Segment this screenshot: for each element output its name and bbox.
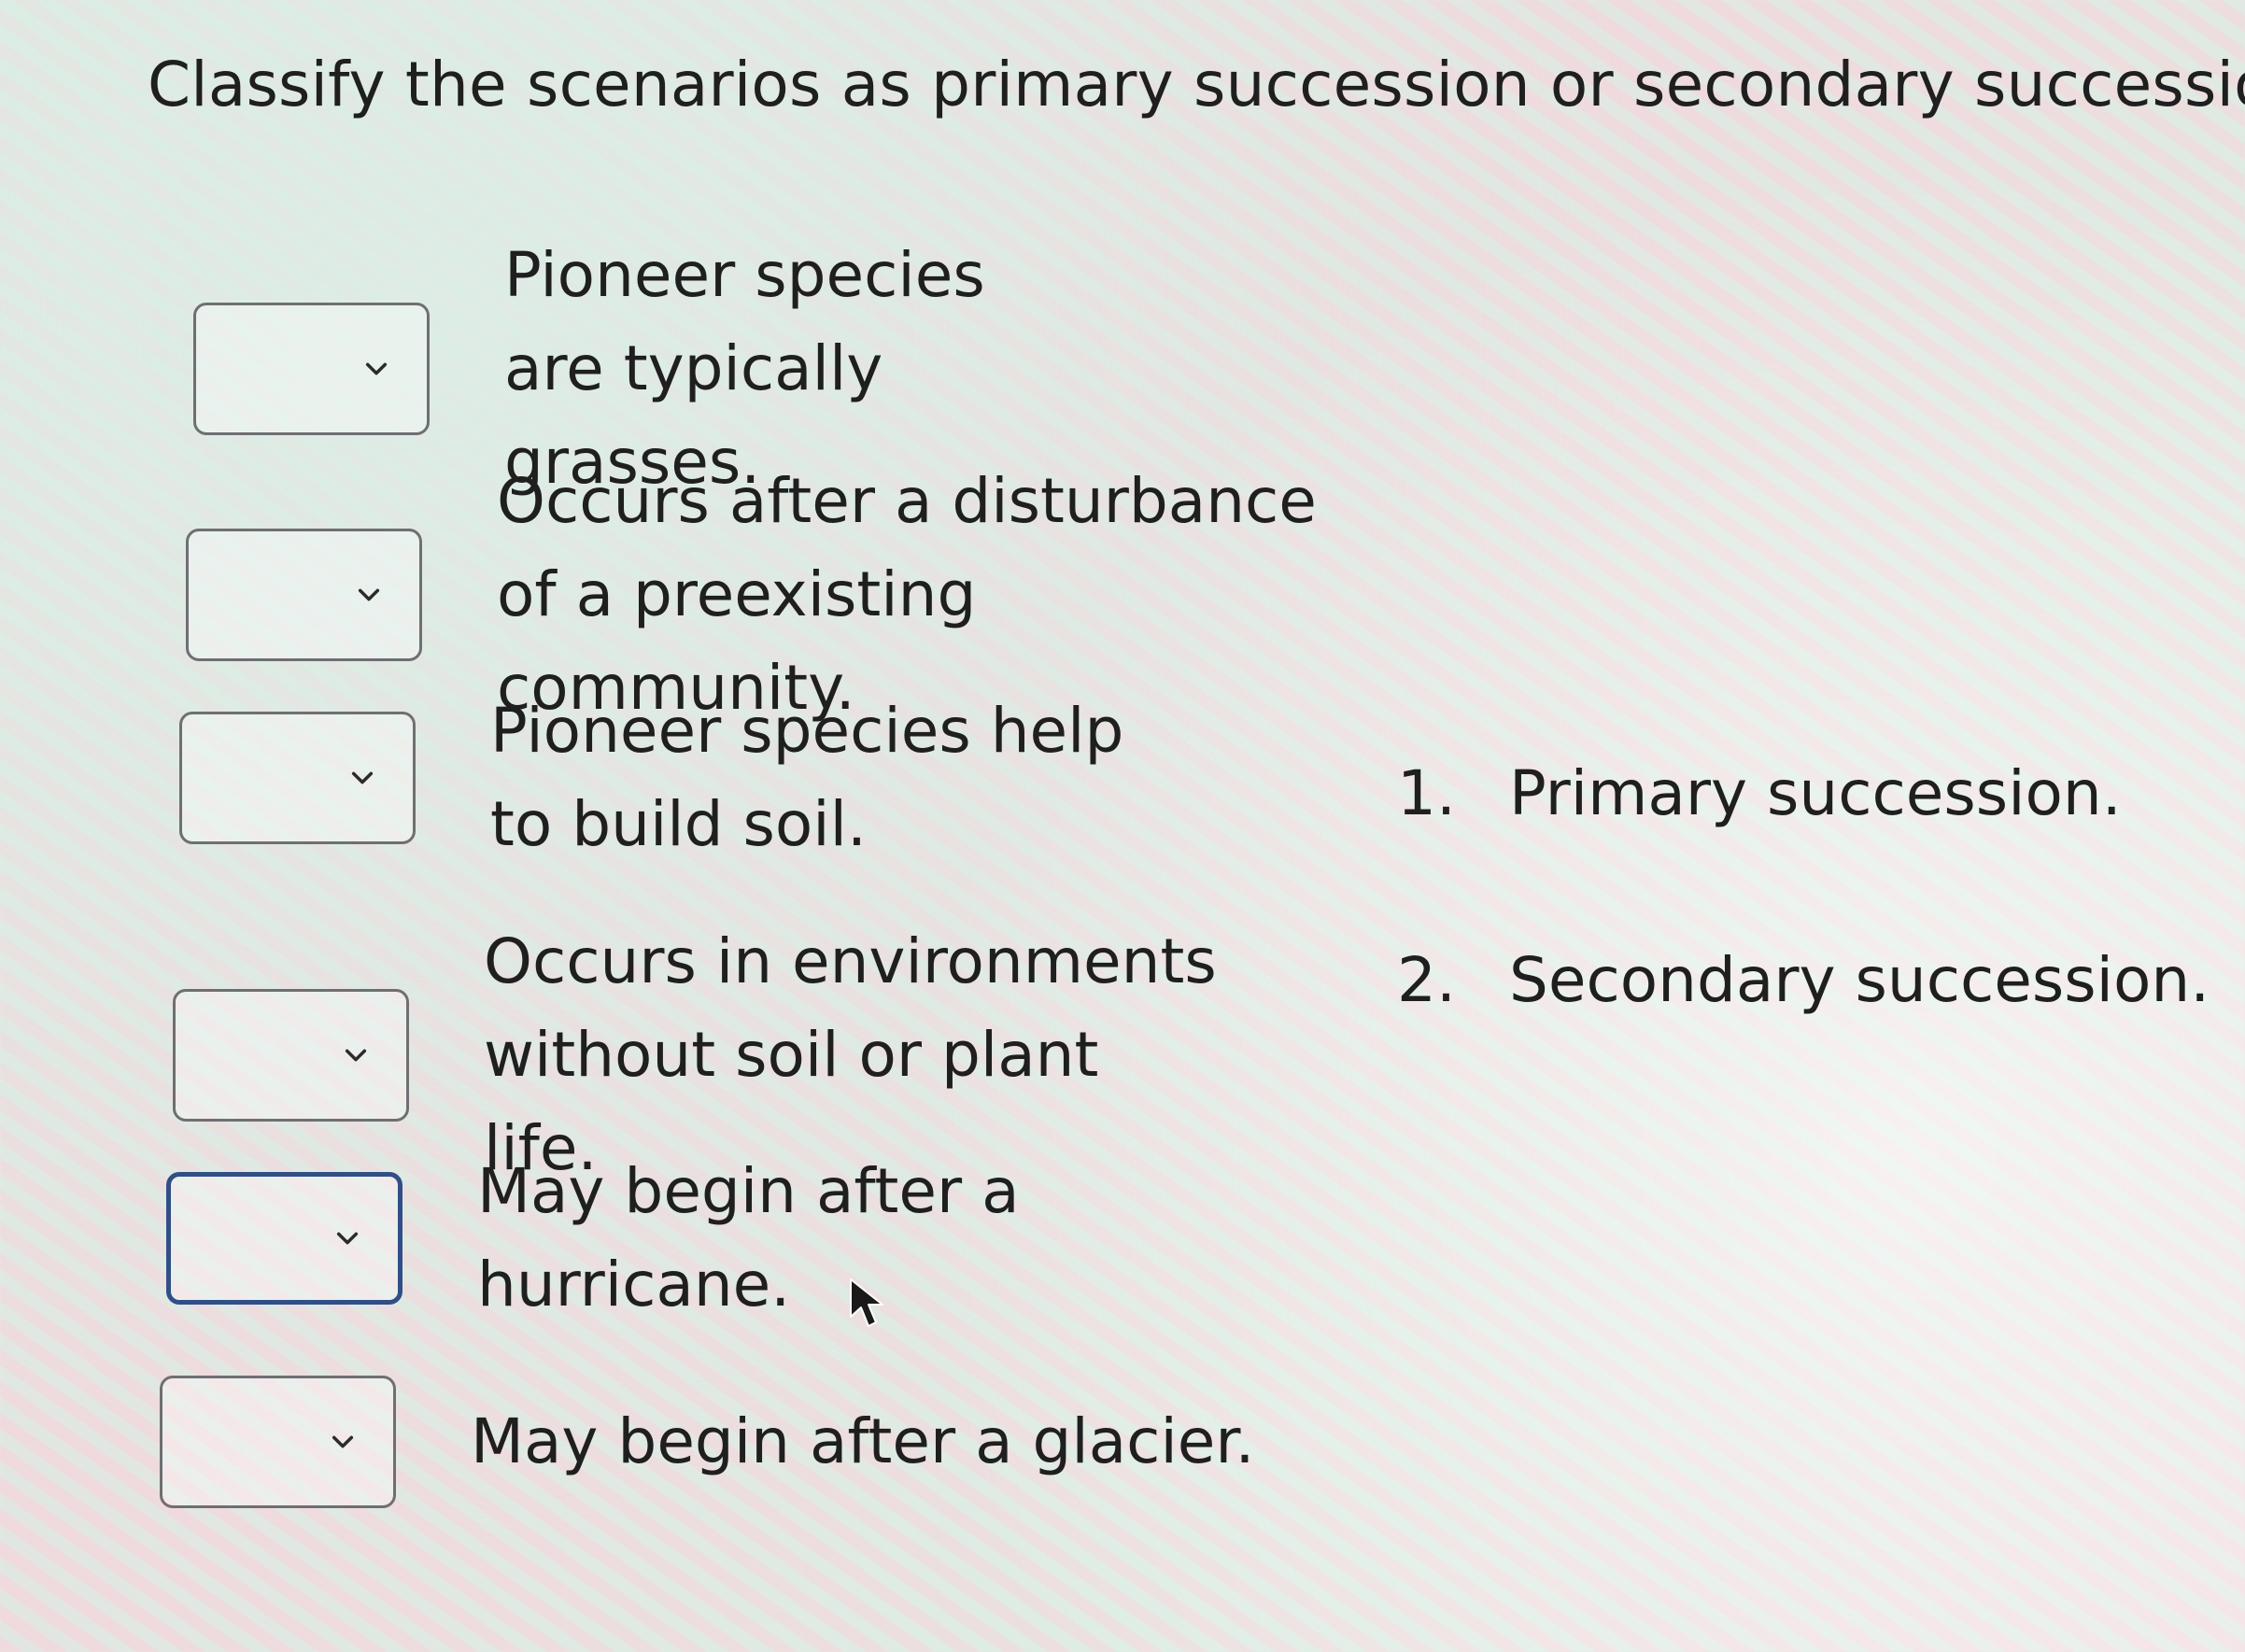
classification-item: May begin after a glacier. bbox=[160, 1376, 1254, 1508]
chevron-down-icon bbox=[356, 582, 382, 608]
classification-item: May begin after a hurricane. bbox=[166, 1145, 1056, 1332]
choice-primary-succession: 1. Primary succession. bbox=[1397, 747, 2210, 840]
choice-label: Primary succession. bbox=[1509, 757, 2122, 829]
choice-label: Secondary succession. bbox=[1509, 944, 2210, 1016]
scenario-statement: May begin after a glacier. bbox=[471, 1405, 1255, 1477]
chevron-down-icon bbox=[349, 765, 375, 791]
classification-dropdown[interactable] bbox=[179, 712, 416, 844]
chevron-down-icon bbox=[343, 1042, 369, 1068]
chevron-down-icon bbox=[363, 356, 389, 382]
choice-number: 2. bbox=[1397, 944, 1456, 1016]
scenario-statement: May begin after a hurricane. bbox=[477, 1155, 1020, 1320]
choice-number: 1. bbox=[1397, 757, 1456, 829]
chevron-down-icon bbox=[334, 1225, 360, 1251]
classification-item: Pioneer species help to build soil. bbox=[179, 685, 1163, 871]
classification-dropdown[interactable] bbox=[166, 1172, 402, 1305]
mouse-pointer-icon bbox=[847, 1276, 894, 1332]
classification-dropdown[interactable] bbox=[186, 529, 422, 661]
chevron-down-icon bbox=[330, 1429, 356, 1455]
answer-choices: 1. Primary succession. 2. Secondary succ… bbox=[1397, 747, 2210, 1121]
classification-dropdown[interactable] bbox=[173, 989, 409, 1122]
classification-dropdown[interactable] bbox=[193, 303, 430, 435]
classification-dropdown[interactable] bbox=[160, 1376, 396, 1508]
choice-secondary-succession: 2. Secondary succession. bbox=[1397, 934, 2210, 1027]
question-title: Classify the scenarios as primary succes… bbox=[148, 49, 2245, 120]
scenario-statement: Pioneer species help to build soil. bbox=[490, 695, 1124, 860]
